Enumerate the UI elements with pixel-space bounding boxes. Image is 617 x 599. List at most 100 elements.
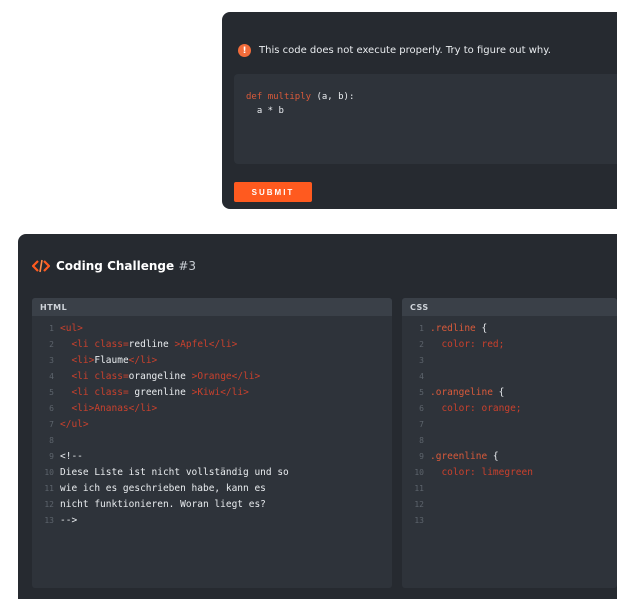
line-number: 3 <box>49 355 54 365</box>
code-text: color: orange; <box>430 402 522 414</box>
code-text: a * b <box>246 106 284 116</box>
code-text: <li class= greenline >Kiwi</li> <box>60 386 249 398</box>
css-code-line: 3 <box>402 352 617 368</box>
code-token: >Apfel</li> <box>174 338 238 350</box>
code-token: red; <box>481 338 505 350</box>
css-code-line: 7 <box>402 416 617 432</box>
challenge-number: #3 <box>178 259 197 273</box>
line-number: 1 <box>419 323 424 333</box>
code-token: wie ich es geschrieben habe, kann es <box>60 482 266 494</box>
code-token: color: <box>430 338 482 350</box>
css-code-line: 5 .orangeline { <box>402 384 617 400</box>
line-number: 11 <box>414 483 424 493</box>
coding-challenge-card: Coding Challenge #3 HTML 1 <ul> 2 <li clas… <box>18 234 617 599</box>
line-number: 10 <box>414 467 424 477</box>
code-token: >Orange</li> <box>191 370 261 382</box>
css-code-line: 12 <box>402 496 617 512</box>
css-code-line: 8 <box>402 432 617 448</box>
line-number: 9 <box>49 451 54 461</box>
code-text: color: red; <box>430 339 504 350</box>
line-number: 2 <box>49 339 54 349</box>
instruction-text: This code does not execute properly. Try… <box>259 45 551 56</box>
css-panel[interactable]: CSS 1 .redline {2 color: red; 3 4 5 .orangeli… <box>402 298 617 588</box>
html-code-line: 11 wie ich es geschrieben habe, kann es <box>32 480 392 496</box>
code-brackets-icon <box>32 259 50 273</box>
code-token: --> <box>60 514 78 526</box>
code-text: </ul> <box>60 419 89 430</box>
instruction-notice: ! This code does not execute properly. T… <box>238 44 617 57</box>
code-token: <li <box>71 370 95 382</box>
html-code-line: 6 <li>Ananas</li> <box>32 400 392 416</box>
code-editor[interactable]: def multiply (a, b): a * b <box>234 74 617 164</box>
css-code-line: 6 color: orange; <box>402 400 617 416</box>
line-number: 7 <box>49 419 54 429</box>
code-text: --> <box>60 515 77 526</box>
line-number: 5 <box>49 387 54 397</box>
css-code-line: 9 .greenline { <box>402 448 617 464</box>
code-token: limegreen <box>481 466 533 478</box>
code-token: <ul> <box>60 322 83 334</box>
code-token: redline <box>128 338 175 350</box>
code-token: class= <box>94 370 129 382</box>
code-token: orange; <box>481 402 522 414</box>
code-text: <li>Ananas</li> <box>60 403 157 414</box>
submit-button[interactable]: SUBMIT <box>234 182 312 202</box>
code-token: .redline <box>430 322 482 334</box>
code-text: .greenline { <box>430 451 499 462</box>
line-number: 5 <box>419 387 424 397</box>
css-code-line: 4 <box>402 368 617 384</box>
code-text: (a, b): <box>311 92 355 102</box>
code-token: .greenline <box>430 450 493 462</box>
code-text: nicht funktionieren. Woran liegt es? <box>60 499 266 510</box>
code-text: .orangeline { <box>430 387 504 398</box>
code-token: orangeline <box>128 370 192 382</box>
code-token: .orangeline <box>430 386 499 398</box>
challenge-header: Coding Challenge #3 <box>32 259 196 273</box>
line-number: 13 <box>44 515 54 525</box>
code-token: </ul> <box>60 418 89 430</box>
code-token: color: <box>430 402 482 414</box>
code-text: <ul> <box>60 323 83 334</box>
html-code-line: 10 Diese Liste ist nicht vollständig und … <box>32 464 392 480</box>
line-number: 10 <box>44 467 54 477</box>
line-number: 2 <box>419 339 424 349</box>
css-code-line: 11 <box>402 480 617 496</box>
line-number: 12 <box>414 499 424 509</box>
function-name: multiply <box>267 92 312 102</box>
code-token: Diese Liste ist nicht vollständig und so <box>60 466 289 478</box>
css-code-line: 1 .redline { <box>402 320 617 336</box>
line-number: 3 <box>419 355 424 365</box>
code-token: <li <box>71 338 95 350</box>
code-line: def multiply (a, b): <box>246 90 354 104</box>
code-token: Flaume <box>94 354 129 366</box>
challenge-title: Coding Challenge #3 <box>56 259 196 273</box>
code-line: a * b <box>246 104 354 118</box>
html-code-line: 12 nicht funktionieren. Woran liegt es? <box>32 496 392 512</box>
html-panel[interactable]: HTML 1 <ul> 2 <li class=redline >Apfel</li… <box>32 298 392 588</box>
css-panel-label: CSS <box>402 298 617 316</box>
code-token: <li> <box>71 354 95 366</box>
html-code-line: 3 <li>Flaume</li> <box>32 352 392 368</box>
code-token: { <box>492 450 499 462</box>
line-number: 7 <box>419 419 424 429</box>
code-token: class= <box>94 386 129 398</box>
css-code-line: 13 <box>402 512 617 528</box>
line-number: 4 <box>419 371 424 381</box>
code-token: <li <box>71 386 95 398</box>
code-text: <li>Flaume</li> <box>60 355 157 366</box>
code-text: wie ich es geschrieben habe, kann es <box>60 483 266 494</box>
code-token: >Kiwi</li> <box>191 386 249 398</box>
html-panel-label: HTML <box>32 298 392 316</box>
code-token: <!-- <box>60 450 83 462</box>
code-token: color: <box>430 466 482 478</box>
html-code-line: 4 <li class=orangeline >Orange</li> <box>32 368 392 384</box>
html-code-line: 13 --> <box>32 512 392 528</box>
line-number: 12 <box>44 499 54 509</box>
code-text: Diese Liste ist nicht vollständig und so <box>60 467 289 478</box>
challenge-title-text: Coding Challenge <box>56 259 175 273</box>
css-code-line: 2 color: red; <box>402 336 617 352</box>
code-text: <!-- <box>60 451 83 462</box>
